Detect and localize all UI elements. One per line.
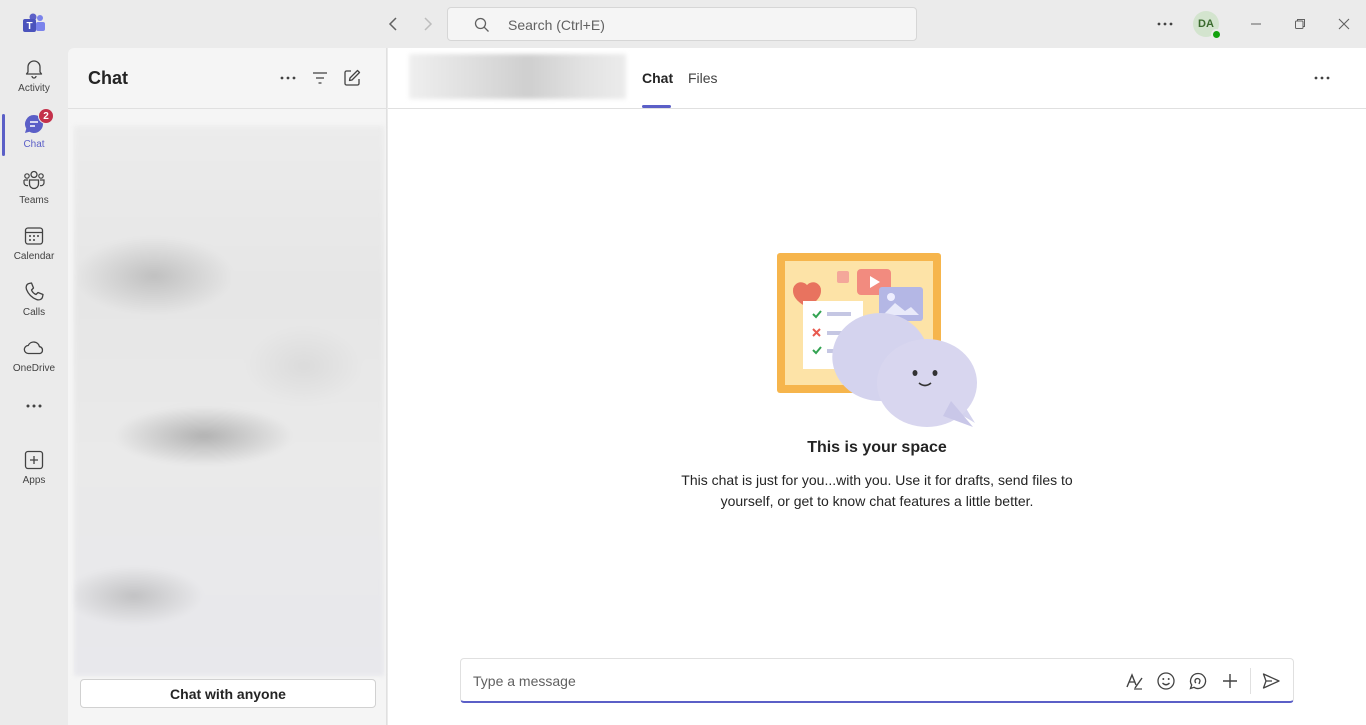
search-placeholder: Search (Ctrl+E): [508, 17, 605, 33]
more-horizontal-icon: [22, 394, 46, 418]
empty-state-description: This chat is just for you...with you. Us…: [681, 472, 1073, 509]
emoji-icon[interactable]: [1155, 670, 1177, 692]
add-icon[interactable]: [1219, 670, 1241, 692]
rail-more-apps[interactable]: [0, 386, 68, 436]
more-options-icon[interactable]: [276, 66, 300, 90]
rail-label: Calendar: [13, 251, 55, 262]
empty-state-illustration: [775, 251, 979, 429]
phone-icon: [22, 280, 46, 304]
composer-divider: [1250, 668, 1251, 694]
calendar-icon: [22, 224, 46, 248]
svg-text:T: T: [26, 21, 32, 32]
chat-participant-name-blurred: [409, 54, 626, 99]
restore-icon[interactable]: [1288, 12, 1312, 36]
tab-files[interactable]: Files: [688, 70, 718, 86]
chat-list-panel: Chat Chat with anyone: [68, 48, 387, 725]
bell-icon: [22, 56, 46, 80]
filter-icon[interactable]: [308, 66, 332, 90]
message-input[interactable]: [473, 670, 1093, 692]
rail-item-teams[interactable]: Teams: [0, 160, 68, 210]
format-icon[interactable]: [1123, 670, 1145, 692]
unread-badge: 2: [38, 108, 54, 124]
chat-main-pane: Chat Files This is your space This chat …: [388, 48, 1366, 725]
more-options-icon[interactable]: [1310, 66, 1334, 90]
message-composer: [460, 658, 1294, 703]
user-avatar[interactable]: DA: [1193, 11, 1222, 40]
rail-item-activity[interactable]: Activity: [0, 48, 68, 98]
search-icon: [474, 17, 490, 33]
add-app-icon: [22, 448, 46, 472]
rail-label: Activity: [18, 83, 50, 94]
chat-list-items-blurred[interactable]: [74, 126, 384, 676]
rail-item-chat[interactable]: 2 Chat: [0, 104, 68, 156]
empty-state-title: This is your space: [807, 439, 947, 456]
rail-item-calendar[interactable]: Calendar: [0, 216, 68, 266]
tab-chat[interactable]: Chat: [642, 70, 673, 108]
back-arrow-icon[interactable]: [382, 12, 406, 36]
chat-list-title: Chat: [88, 68, 128, 88]
avatar-initials: DA: [1198, 18, 1214, 30]
rail-label: Teams: [19, 195, 49, 206]
search-box[interactable]: Search (Ctrl+E): [447, 7, 917, 41]
rail-label: OneDrive: [12, 363, 56, 374]
close-icon[interactable]: [1332, 12, 1356, 36]
forward-arrow-icon[interactable]: [415, 12, 439, 36]
cloud-icon: [22, 336, 46, 360]
chat-header: Chat Files: [388, 48, 1366, 109]
chat-icon: 2: [22, 108, 54, 136]
rail-label: Chat: [23, 139, 45, 150]
presence-available-icon: [1211, 29, 1222, 40]
chat-with-anyone-button[interactable]: Chat with anyone: [80, 679, 376, 708]
more-options-icon[interactable]: [1153, 12, 1177, 36]
send-icon[interactable]: [1260, 670, 1282, 692]
rail-item-apps[interactable]: Apps: [0, 440, 68, 490]
teams-logo-icon[interactable]: T: [22, 13, 46, 35]
rail-label: Calls: [22, 307, 46, 318]
chat-list-header: Chat: [68, 48, 387, 109]
app-rail: Activity 2 Chat Teams Calendar Calls One…: [0, 48, 68, 725]
rail-item-onedrive[interactable]: OneDrive: [0, 328, 68, 378]
title-bar: T Search (Ctrl+E) DA: [0, 0, 1366, 48]
loop-component-icon[interactable]: [1187, 670, 1209, 692]
rail-label: Apps: [22, 475, 46, 486]
teams-icon: [22, 168, 46, 192]
new-chat-icon[interactable]: [340, 66, 364, 90]
rail-item-calls[interactable]: Calls: [0, 272, 68, 322]
minimize-icon[interactable]: [1244, 12, 1268, 36]
